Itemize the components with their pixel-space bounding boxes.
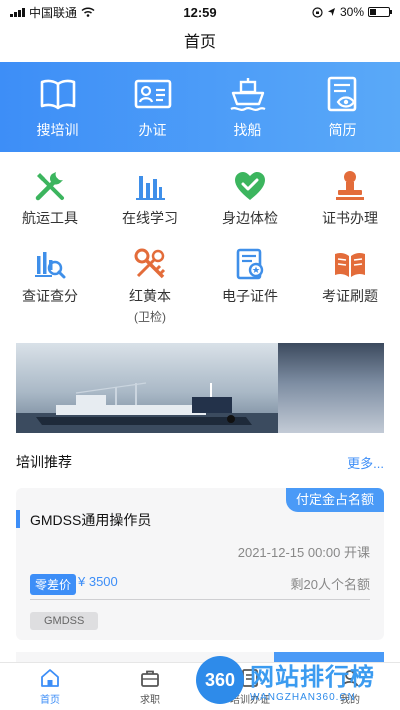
- rotation-lock-icon: [312, 6, 323, 18]
- tab-jobs[interactable]: 求职: [100, 663, 200, 710]
- tab-label: 求职: [140, 695, 160, 706]
- tool-health-check[interactable]: 身边体检: [200, 168, 300, 228]
- keyword-tag[interactable]: GMDSS: [30, 612, 99, 630]
- tool-label: 证书办理: [322, 210, 378, 226]
- deposit-tag: 付定金占名额: [285, 488, 384, 512]
- e-certificate-icon: [236, 248, 264, 280]
- tool-label: 红黄本: [129, 288, 171, 304]
- course-card-next[interactable]: [16, 652, 384, 662]
- stamp-icon: [336, 171, 364, 200]
- tool-label: 在线学习: [122, 210, 178, 226]
- course-card[interactable]: 付定金占名额 GMDSS通用操作员 2021-12-15 00:00 开课 零差…: [16, 488, 384, 640]
- location-arrow-icon: [327, 8, 335, 16]
- hero-item-label: 搜培训: [36, 122, 79, 138]
- card-divider: [30, 599, 370, 600]
- tab-training-certificate[interactable]: 培训办证: [200, 663, 300, 710]
- course-start-time: 2021-12-15 00:00 开课: [237, 545, 370, 560]
- ship-icon: [229, 78, 265, 111]
- bottom-tab-bar: 首页 求职 培训办证 我的: [0, 662, 400, 710]
- hero-item-resume[interactable]: 简历: [303, 74, 383, 140]
- more-link[interactable]: 更多...: [347, 453, 384, 472]
- tool-shipping-tools[interactable]: 航运工具: [0, 168, 100, 228]
- tab-label: 培训办证: [230, 695, 270, 706]
- tool-online-learning[interactable]: 在线学习: [100, 168, 200, 228]
- course-title: GMDSS通用操作员: [30, 512, 152, 528]
- remaining-seats: 剩20人个名额: [290, 577, 370, 592]
- tool-label: 考证刷题: [322, 288, 378, 304]
- hero-item-training[interactable]: 搜培训: [18, 74, 98, 140]
- tab-label: 我的: [340, 695, 360, 706]
- tool-certificate-service[interactable]: 证书办理: [300, 168, 400, 228]
- document-icon: [242, 669, 258, 687]
- tool-health-book[interactable]: 红黄本 (卫检): [100, 246, 200, 325]
- tool-verify-score[interactable]: 查证查分: [0, 246, 100, 325]
- tab-home[interactable]: 首页: [0, 663, 100, 710]
- hero-item-label: 找船: [233, 122, 262, 138]
- battery-percent: 30%: [339, 5, 364, 19]
- user-icon: [341, 670, 359, 687]
- status-bar: 中国联通 12:59 30%: [0, 0, 400, 24]
- tool-label: 航运工具: [22, 210, 78, 226]
- tool-label: 查证查分: [22, 288, 78, 304]
- tool-exam-practice[interactable]: 考证刷题: [300, 246, 400, 325]
- page-title: 首页: [183, 34, 216, 51]
- tab-profile[interactable]: 我的: [300, 663, 400, 710]
- bar-chart-icon: [136, 176, 165, 200]
- banner-image-ship: [16, 343, 278, 433]
- tool-grid: 航运工具 在线学习 身边体检 证书办理 查证查分 红黄本 (卫检) 电子证件 考…: [0, 168, 400, 325]
- course-price: ¥ 3500: [78, 574, 118, 589]
- deposit-tag: [274, 652, 384, 662]
- training-section-header: 培训推荐 更多...: [16, 452, 384, 472]
- chart-search-icon: [35, 252, 66, 279]
- tool-sublabel: (卫检): [134, 310, 166, 324]
- hero-nav: 搜培训 办证 找船 简历: [0, 62, 400, 152]
- id-card-icon: [134, 79, 171, 109]
- banner-image-sky: [278, 343, 384, 433]
- hero-item-label: 办证: [138, 122, 167, 138]
- hero-item-label: 简历: [328, 122, 357, 138]
- tab-label: 首页: [40, 695, 60, 706]
- resume-icon: [327, 76, 356, 112]
- wifi-icon: [81, 7, 95, 17]
- key-icon: [134, 248, 166, 279]
- section-title: 培训推荐: [16, 454, 72, 470]
- banner-carousel[interactable]: [16, 343, 384, 433]
- tool-e-certificate[interactable]: 电子证件: [200, 246, 300, 325]
- home-icon: [41, 669, 59, 687]
- tool-label: 电子证件: [222, 288, 278, 304]
- hero-item-certificate[interactable]: 办证: [113, 74, 193, 140]
- title-accent-bar: [16, 510, 20, 528]
- tool-label: 身边体检: [222, 210, 278, 226]
- open-book-icon: [335, 252, 365, 277]
- book-icon: [40, 79, 75, 110]
- price-badge: 零差价: [30, 574, 77, 595]
- cellular-signal-icon: [10, 7, 25, 17]
- carrier-name: 中国联通: [29, 5, 78, 20]
- health-check-icon: [235, 172, 265, 200]
- hero-item-find-ship[interactable]: 找船: [208, 74, 288, 140]
- battery-icon: [368, 7, 392, 17]
- briefcase-icon: [141, 670, 159, 687]
- tools-icon: [35, 172, 64, 201]
